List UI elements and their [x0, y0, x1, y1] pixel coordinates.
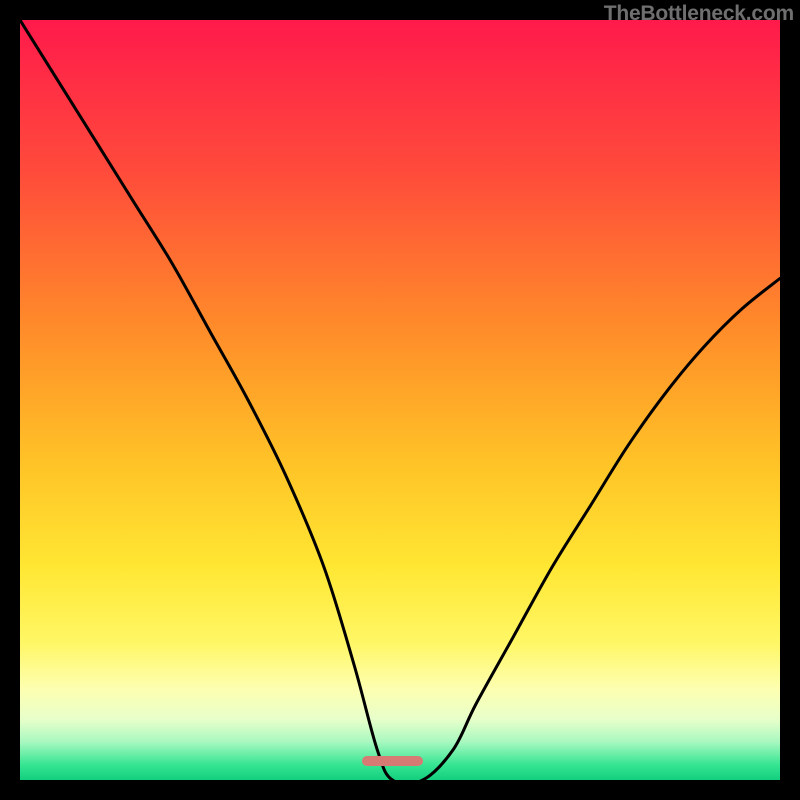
- watermark-text: TheBottleneck.com: [604, 2, 794, 26]
- bottleneck-curve: [20, 20, 780, 780]
- chart-frame: TheBottleneck.com: [0, 0, 800, 800]
- plot-area: [20, 20, 780, 780]
- optimal-marker: [362, 756, 423, 766]
